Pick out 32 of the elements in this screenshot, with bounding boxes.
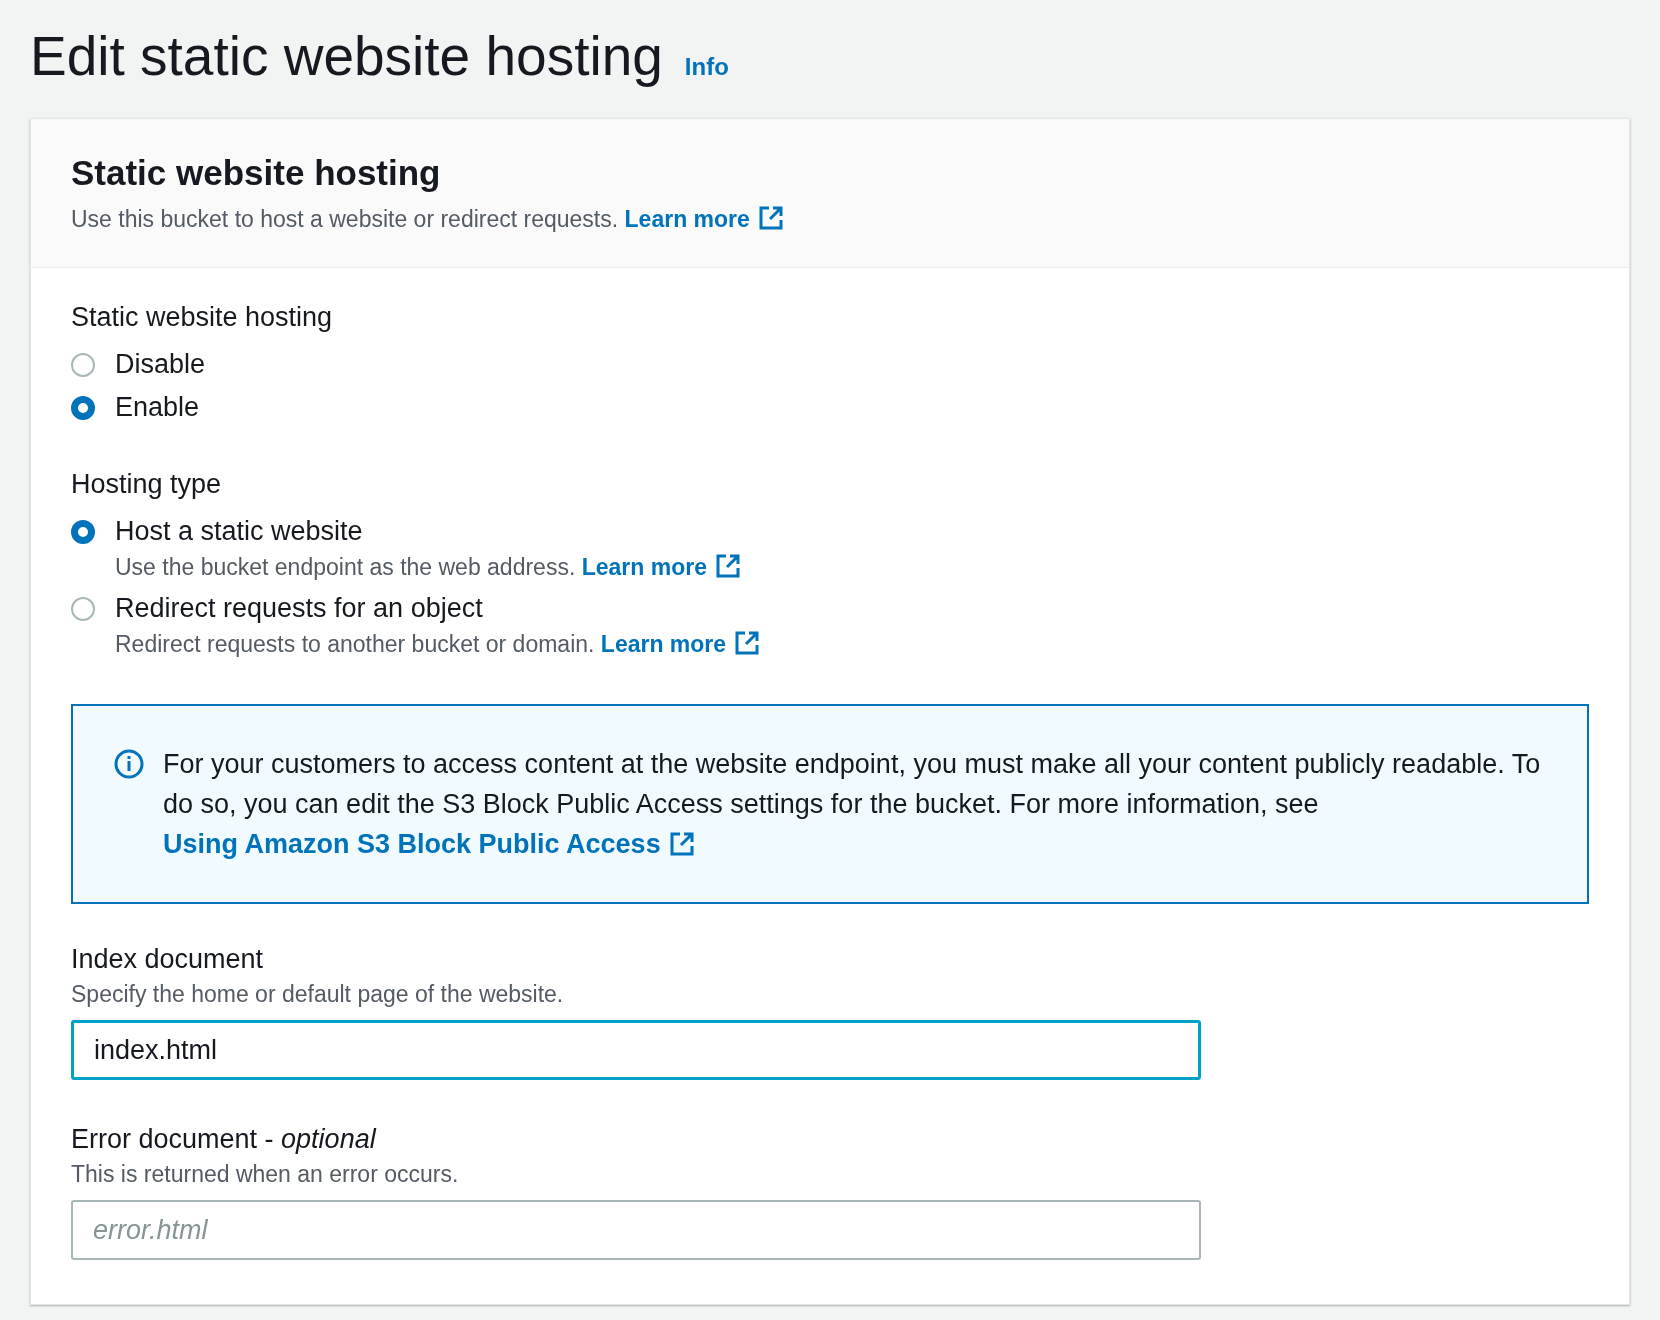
group-label: Static website hosting	[71, 302, 334, 333]
field-label: Index document	[71, 944, 265, 975]
radio-label: Disable	[115, 349, 206, 380]
option-description: Use the bucket endpoint as the web address. Learn more	[115, 553, 741, 581]
field-description: This is returned when an error occurs.	[71, 1161, 460, 1188]
input-field[interactable]: index.html	[71, 1020, 1201, 1080]
external-link-icon	[714, 553, 741, 579]
option-description: Redirect requests to another bucket or domain. Learn more	[115, 630, 761, 658]
info-message: For your customers to access content at the website endpoint, you must make all your content publicly readable. To do so, you can edit the S3 Block Public Access settings for the bucket. For more information, see Using Amazon S3 Block Public Access	[163, 748, 1542, 861]
external-link-icon	[668, 831, 695, 857]
radio-button[interactable]	[71, 520, 95, 544]
learn-more-link[interactable]: Learn more	[600, 631, 761, 657]
radio-label: Enable	[115, 392, 200, 423]
input-field[interactable]: error.html	[71, 1200, 1201, 1260]
field-label: Error document - optional	[71, 1124, 378, 1155]
learn-more-link[interactable]: Learn more	[581, 554, 741, 580]
radio-label: Redirect requests for an object	[115, 593, 484, 624]
panel-title: Static website hosting	[71, 153, 442, 193]
group-label: Hosting type	[71, 469, 223, 500]
info-icon	[113, 748, 145, 780]
external-link-icon	[734, 630, 761, 656]
radio-button[interactable]	[71, 353, 95, 377]
radio-button[interactable]	[71, 396, 95, 420]
radio-label: Host a static website	[115, 516, 364, 547]
radio-button[interactable]	[71, 597, 95, 621]
learn-more-link[interactable]: Learn more	[624, 206, 784, 232]
documentation-link[interactable]: Using Amazon S3 Block Public Access	[163, 829, 695, 859]
page-title: Edit static website hosting	[30, 24, 663, 88]
panel-description: Use this bucket to host a website or redirect requests. Learn more	[71, 206, 784, 232]
external-link-icon	[757, 205, 784, 231]
field-description: Specify the home or default page of the website.	[71, 981, 565, 1008]
info-link[interactable]: Info	[684, 53, 729, 81]
